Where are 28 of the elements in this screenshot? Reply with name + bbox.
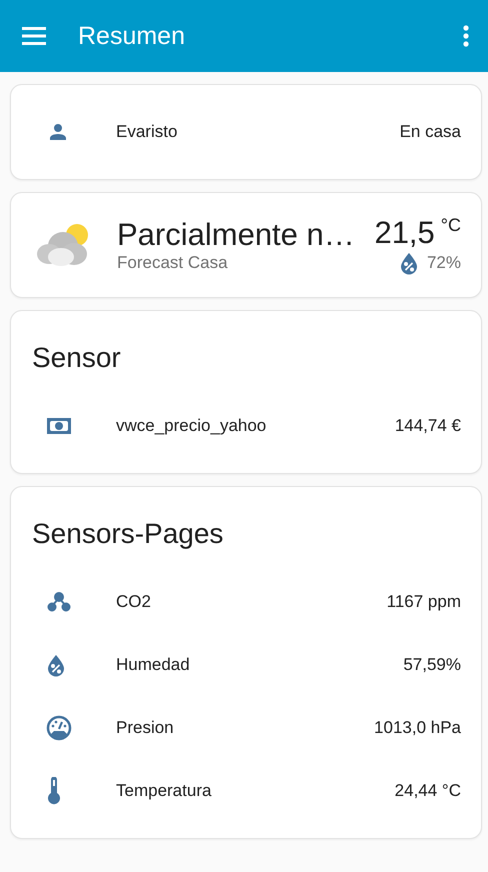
entity-name: Evaristo <box>116 122 178 142</box>
thermometer-icon <box>46 776 62 804</box>
temperature-unit: °C <box>440 215 461 236</box>
page-title: Resumen <box>78 22 186 50</box>
entity-state: 57,59% <box>403 654 461 674</box>
entity-state: 1167 ppm <box>386 592 461 612</box>
weather-condition: Parcialmente n… <box>117 217 356 253</box>
card-title: Sensors-Pages <box>31 518 224 551</box>
water-percent-icon <box>398 251 419 275</box>
menu-button[interactable] <box>22 26 48 46</box>
cash-icon <box>46 416 72 436</box>
entity-state: 144,74 € <box>394 416 461 436</box>
entity-name: vwce_precio_yahoo <box>116 416 268 436</box>
entity-name: CO2 <box>116 592 152 612</box>
gauge-icon <box>46 714 72 740</box>
molecule-icon <box>46 590 72 614</box>
entity-name: Humedad <box>116 654 191 674</box>
entity-state: 1013,0 hPa <box>374 718 461 738</box>
entity-name: Presion <box>116 718 175 738</box>
entity-state: En casa <box>400 122 461 142</box>
card-title: Sensor <box>31 342 122 375</box>
forecast-name: Forecast Casa <box>117 253 229 273</box>
entity-name: Temperatura <box>116 780 212 800</box>
temperature: 21,5 <box>374 215 435 251</box>
entity-state: 24,44 °C <box>394 780 461 800</box>
water-percent-icon <box>46 652 66 676</box>
humidity-value: 72% <box>426 253 461 273</box>
more-options-button[interactable] <box>462 24 470 48</box>
